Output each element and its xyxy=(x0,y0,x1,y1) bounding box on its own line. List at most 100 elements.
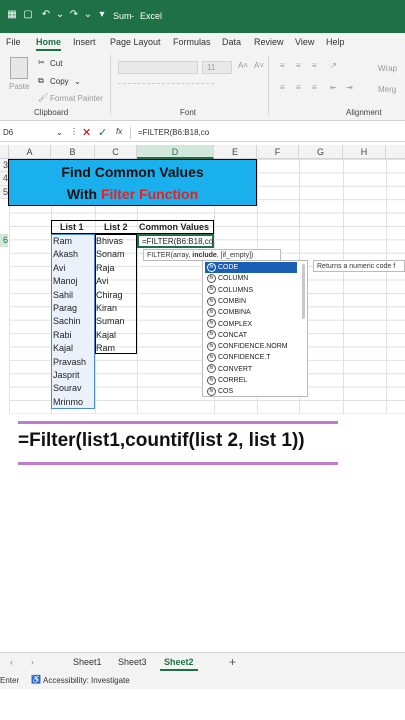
format-painter-button[interactable]: Format Painter xyxy=(50,94,103,103)
autocomplete-item[interactable]: fx CONVERT xyxy=(205,364,297,375)
tab-page-layout[interactable]: Page Layout xyxy=(110,37,161,47)
autocomplete-item[interactable]: fx COLUMN xyxy=(205,273,297,284)
column-header-d[interactable]: D xyxy=(137,145,214,159)
cut-icon[interactable]: ✂ xyxy=(38,58,45,67)
autocomplete-item[interactable]: fx COMBINA xyxy=(205,307,297,318)
align-middle-icon[interactable]: ≡ xyxy=(296,61,301,70)
name-box-dropdown-icon[interactable]: ⌄ xyxy=(56,128,63,137)
list-2-cell[interactable]: Raja xyxy=(96,263,115,273)
autocomplete-scrollbar[interactable] xyxy=(302,264,305,319)
formula-input[interactable]: =FILTER(B6:B18,co xyxy=(138,128,209,137)
undo-dropdown-icon[interactable]: ⌄ xyxy=(54,9,66,21)
copy-button[interactable]: Copy xyxy=(50,77,69,86)
row-header[interactable]: 3 xyxy=(0,159,8,173)
increase-font-icon[interactable]: A˄ xyxy=(238,61,248,70)
row-header[interactable]: 5 xyxy=(0,185,8,200)
list-1-cell[interactable]: Pravash xyxy=(53,357,86,367)
list-2-cell[interactable]: Sonam xyxy=(96,249,125,259)
column-header-e[interactable]: E xyxy=(214,145,257,159)
list-2-cell[interactable]: Chirag xyxy=(96,290,123,300)
font-name-select[interactable] xyxy=(118,61,198,74)
scroll-left-icon[interactable]: ‹ xyxy=(10,657,13,667)
insert-function-button[interactable]: fx xyxy=(116,127,122,136)
column-header-h[interactable]: H xyxy=(343,145,386,159)
column-header-a[interactable]: A xyxy=(9,145,51,159)
font-size-select[interactable]: 11 xyxy=(202,61,232,74)
sheet-tab-sheet2[interactable]: Sheet2 xyxy=(160,657,197,671)
decrease-font-icon[interactable]: A˅ xyxy=(254,61,264,70)
merge-button[interactable]: Merg xyxy=(378,85,396,94)
list-2-cell[interactable]: Avi xyxy=(96,276,108,286)
tab-insert[interactable]: Insert xyxy=(73,37,96,47)
column-header-b[interactable]: B xyxy=(51,145,95,159)
name-box[interactable]: D6 xyxy=(3,128,13,137)
select-all-corner[interactable] xyxy=(0,145,9,159)
align-right-icon[interactable]: ≡ xyxy=(312,83,317,92)
sheet-tab-sheet3[interactable]: Sheet3 xyxy=(118,657,147,667)
customize-toolbar-icon[interactable]: ▾ xyxy=(96,9,108,21)
autocomplete-item[interactable]: fx CONFIDENCE.T xyxy=(205,352,297,363)
tab-view[interactable]: View xyxy=(295,37,314,47)
autocomplete-item[interactable]: fx CODE xyxy=(205,262,297,274)
paste-icon[interactable] xyxy=(10,57,28,79)
column-header-c[interactable]: C xyxy=(95,145,137,159)
autocomplete-item[interactable]: fx COS xyxy=(205,386,297,397)
redo-icon[interactable]: ↷ xyxy=(68,9,80,21)
autocomplete-item[interactable]: fx COMBIN xyxy=(205,296,297,307)
tab-formulas[interactable]: Formulas xyxy=(173,37,211,47)
list-1-cell[interactable]: Avi xyxy=(53,263,65,273)
list-1-cell[interactable]: Sahil xyxy=(53,290,73,300)
list-2-cell[interactable]: Suman xyxy=(96,316,125,326)
autocomplete-item[interactable]: fx COMPLEX xyxy=(205,319,297,330)
align-top-icon[interactable]: ≡ xyxy=(280,61,285,70)
list-1-cell[interactable]: Ram xyxy=(53,236,72,246)
list-1-cell[interactable]: Mrinmo xyxy=(53,397,83,407)
tab-file[interactable]: File xyxy=(6,37,21,47)
cut-button[interactable]: Cut xyxy=(50,59,62,68)
list-2-cell[interactable]: Kiran xyxy=(96,303,117,313)
list-2-cell[interactable]: Ram xyxy=(96,343,115,353)
list-1-cell[interactable]: Kajal xyxy=(53,343,73,353)
list-1-cell[interactable]: Sourav xyxy=(53,383,82,393)
align-bottom-icon[interactable]: ≡ xyxy=(312,61,317,70)
active-cell-d6[interactable]: =FILTER(B6:B18,co xyxy=(137,234,214,248)
indent-icon[interactable]: ⇤ xyxy=(330,83,337,92)
align-center-icon[interactable]: ≡ xyxy=(296,83,301,92)
tab-review[interactable]: Review xyxy=(254,37,284,47)
enter-icon[interactable]: ✓ xyxy=(98,126,107,139)
list-1-cell[interactable]: Sachin xyxy=(53,316,81,326)
autocomplete-item[interactable]: fx CONFIDENCE.NORM xyxy=(205,341,297,352)
redo-dropdown-icon[interactable]: ⌄ xyxy=(82,9,94,21)
list-1-cell[interactable]: Akash xyxy=(53,249,78,259)
accessibility-status[interactable]: Accessibility: Investigate xyxy=(43,676,130,685)
cancel-icon[interactable]: ✕ xyxy=(82,126,91,139)
outdent-icon[interactable]: ⇥ xyxy=(346,83,353,92)
column-header-g[interactable]: G xyxy=(299,145,343,159)
save-icon[interactable]: ▢ xyxy=(22,9,34,21)
row-header-selected[interactable]: 6 xyxy=(0,234,8,248)
wrap-text-button[interactable]: Wrap xyxy=(378,64,397,73)
list-1-cell[interactable]: Jasprit xyxy=(53,370,80,380)
list-1-cell[interactable]: Parag xyxy=(53,303,77,313)
undo-icon[interactable]: ↶ xyxy=(40,9,52,21)
tab-home[interactable]: Home xyxy=(36,37,62,51)
orientation-icon[interactable]: ↗ xyxy=(330,61,337,70)
autocomplete-item[interactable]: fx COLUMNS xyxy=(205,285,297,296)
scroll-right-icon[interactable]: › xyxy=(31,657,34,667)
list-1-cell[interactable]: Rabi xyxy=(53,330,72,340)
list-2-cell[interactable]: Bhivas xyxy=(96,236,123,246)
copy-dropdown-icon[interactable]: ⌄ xyxy=(74,77,81,86)
list-2-cell[interactable]: Kajal xyxy=(96,330,116,340)
autocomplete-item[interactable]: fx CONCAT xyxy=(205,330,297,341)
add-sheet-button[interactable]: + xyxy=(229,655,236,669)
row-header[interactable]: 4 xyxy=(0,172,8,186)
autocomplete-item[interactable]: fx CORREL xyxy=(205,375,297,386)
align-left-icon[interactable]: ≡ xyxy=(280,83,285,92)
tab-help[interactable]: Help xyxy=(326,37,345,47)
paste-button[interactable]: Paste xyxy=(9,82,29,91)
copy-icon[interactable]: ⧉ xyxy=(38,76,44,86)
function-autocomplete-list[interactable]: fx CODE fx COLUMN fx COLUMNS fx COMBIN fx COMBINA… xyxy=(202,260,308,397)
tab-data[interactable]: Data xyxy=(222,37,241,47)
column-header-f[interactable]: F xyxy=(257,145,299,159)
list-1-cell[interactable]: Manoj xyxy=(53,276,78,286)
